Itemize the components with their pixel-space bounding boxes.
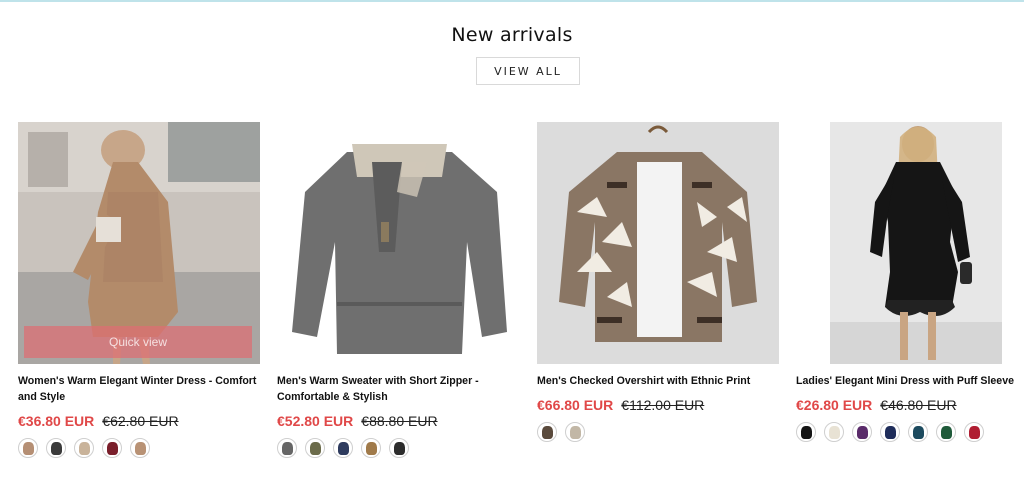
color-swatch[interactable] [936,422,956,442]
color-swatch[interactable] [18,438,38,458]
product-title[interactable]: Men's Warm Sweater with Short Zipper - C… [277,373,517,405]
color-swatches [18,438,268,458]
section-title: New arrivals [451,24,573,46]
color-swatch[interactable] [852,422,872,442]
product-card[interactable]: Ladies' Elegant Mini Dress with Puff Sle… [796,122,1024,442]
color-swatch[interactable] [389,438,409,458]
color-swatches [537,422,787,442]
product-image[interactable] [830,122,1024,364]
original-price: €112.00 EUR [621,397,705,413]
color-swatch[interactable] [130,438,150,458]
original-price: €46.80 EUR [880,397,957,413]
product-image[interactable] [537,122,779,364]
color-swatch[interactable] [102,438,122,458]
color-swatch[interactable] [964,422,984,442]
original-price: €88.80 EUR [361,413,438,429]
product-image[interactable]: Quick view [18,122,260,364]
product-title[interactable]: Men's Checked Overshirt with Ethnic Prin… [537,373,777,389]
color-swatch[interactable] [796,422,816,442]
top-border [0,0,1024,2]
product-photo-zip-sweater [277,122,519,364]
original-price: €62.80 EUR [102,413,179,429]
product-image[interactable] [277,122,519,364]
sale-price: €52.80 EUR [277,413,354,429]
color-swatch[interactable] [74,438,94,458]
quick-view-button[interactable]: Quick view [24,326,252,358]
product-card[interactable]: Quick view Women's Warm Elegant Winter D… [18,122,268,458]
sale-price: €36.80 EUR [18,413,95,429]
sale-price: €26.80 EUR [796,397,873,413]
product-title[interactable]: Ladies' Elegant Mini Dress with Puff Sle… [796,373,1024,389]
product-card[interactable]: Men's Warm Sweater with Short Zipper - C… [277,122,527,458]
color-swatch[interactable] [361,438,381,458]
color-swatches [277,438,527,458]
product-title[interactable]: Women's Warm Elegant Winter Dress - Comf… [18,373,258,405]
color-swatch[interactable] [908,422,928,442]
color-swatch[interactable] [565,422,585,442]
color-swatch[interactable] [277,438,297,458]
sale-price: €66.80 EUR [537,397,614,413]
product-card[interactable]: Men's Checked Overshirt with Ethnic Prin… [537,122,787,442]
color-swatches [796,422,1024,442]
color-swatch[interactable] [880,422,900,442]
color-swatch[interactable] [824,422,844,442]
color-swatch[interactable] [333,438,353,458]
color-swatch[interactable] [537,422,557,442]
color-swatch[interactable] [46,438,66,458]
view-all-button[interactable]: VIEW ALL [476,57,580,85]
product-photo-black-mini-dress [830,122,1002,364]
product-photo-ethnic-overshirt [537,122,779,364]
color-swatch[interactable] [305,438,325,458]
